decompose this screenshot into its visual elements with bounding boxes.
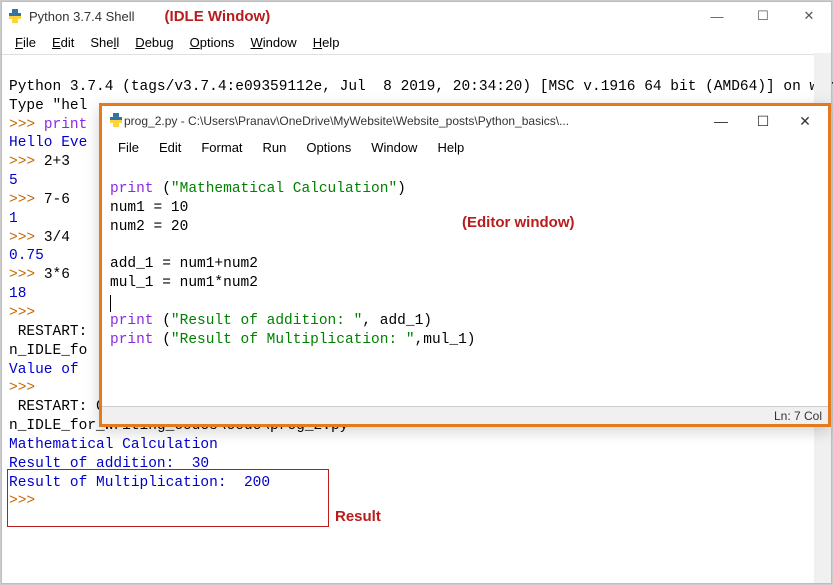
shell-output: 0.75 xyxy=(9,248,44,264)
menu-options[interactable]: Options xyxy=(182,33,243,52)
editor-statusbar: Ln: 7 Col xyxy=(102,406,828,424)
shell-line: 3/4 xyxy=(44,230,70,246)
code-keyword: print xyxy=(110,181,154,197)
menu-help[interactable]: Help xyxy=(305,33,348,52)
code-string: "Result of Multiplication: " xyxy=(171,332,415,348)
menu-edit[interactable]: Edit xyxy=(44,33,82,52)
editor-window-controls: — ☐ ✕ xyxy=(700,106,826,136)
prompt: >>> xyxy=(9,267,44,283)
shell-line: 7-6 xyxy=(44,192,70,208)
code-string: "Mathematical Calculation" xyxy=(171,181,397,197)
editor-title: prog_2.py - C:\Users\Pranav\OneDrive\MyW… xyxy=(124,114,569,128)
editor-menu-help[interactable]: Help xyxy=(427,138,474,157)
shell-line: Type "hel xyxy=(9,98,87,114)
menu-file[interactable]: File xyxy=(7,33,44,52)
editor-window: prog_2.py - C:\Users\Pranav\OneDrive\MyW… xyxy=(99,103,831,427)
shell-line: RESTART: xyxy=(9,324,87,340)
code-line: num1 = 10 xyxy=(110,200,188,216)
code-line: num2 = 20 xyxy=(110,219,188,235)
shell-output: Mathematical Calculation xyxy=(9,437,218,453)
editor-window-annotation: (Editor window) xyxy=(462,213,574,233)
editor-menu-window[interactable]: Window xyxy=(361,138,427,157)
menu-shell[interactable]: Shell xyxy=(82,33,127,52)
python-icon xyxy=(7,8,23,24)
code-text: , add_1) xyxy=(362,313,432,329)
prompt: >>> xyxy=(9,493,44,509)
code-line: add_1 = num1+num2 xyxy=(110,256,258,272)
editor-text-area[interactable]: print ("Mathematical Calculation") num1 … xyxy=(102,159,828,406)
result-annotation: Result xyxy=(335,508,381,525)
code-keyword: print xyxy=(110,332,154,348)
editor-menu-options[interactable]: Options xyxy=(296,138,361,157)
idle-window-annotation: (IDLE Window) xyxy=(165,8,271,25)
code-line: mul_1 = num1*num2 xyxy=(110,275,258,291)
code-text: ,mul_1) xyxy=(415,332,476,348)
editor-menubar: File Edit Format Run Options Window Help xyxy=(102,136,828,159)
code-text: ( xyxy=(154,313,171,329)
window-controls: — ☐ ✕ xyxy=(694,1,832,31)
shell-line: 2+3 xyxy=(44,154,70,170)
shell-line: print xyxy=(44,117,88,133)
shell-line: Python 3.7.4 (tags/v3.7.4:e09359112e, Ju… xyxy=(9,79,833,95)
editor-menu-format[interactable]: Format xyxy=(191,138,252,157)
code-text: ( xyxy=(154,181,171,197)
prompt: >>> xyxy=(9,117,44,133)
text-cursor xyxy=(110,295,111,312)
editor-maximize-button[interactable]: ☐ xyxy=(742,106,784,136)
shell-output: Result of addition: 30 xyxy=(9,456,209,472)
prompt: >>> xyxy=(9,380,44,396)
prompt: >>> xyxy=(9,230,44,246)
code-string: "Result of addition: " xyxy=(171,313,362,329)
prompt: >>> xyxy=(9,154,44,170)
editor-close-button[interactable]: ✕ xyxy=(784,106,826,136)
editor-menu-edit[interactable]: Edit xyxy=(149,138,191,157)
shell-output: Result of Multiplication: 200 xyxy=(9,475,270,491)
maximize-button[interactable]: ☐ xyxy=(740,1,786,31)
shell-line: RESTART: xyxy=(9,399,96,415)
shell-title: Python 3.7.4 Shell xyxy=(29,9,135,24)
editor-menu-run[interactable]: Run xyxy=(253,138,297,157)
code-text: ) xyxy=(397,181,406,197)
code-keyword: print xyxy=(110,313,154,329)
shell-output: 18 xyxy=(9,286,26,302)
shell-line: n_IDLE_fo xyxy=(9,343,87,359)
minimize-button[interactable]: — xyxy=(694,1,740,31)
prompt: >>> xyxy=(9,305,44,321)
shell-output: Value of xyxy=(9,362,87,378)
prompt: >>> xyxy=(9,192,44,208)
editor-menu-file[interactable]: File xyxy=(108,138,149,157)
shell-output: 1 xyxy=(9,211,18,227)
shell-menubar: File Edit Shell Debug Options Window Hel… xyxy=(1,31,832,55)
python-icon xyxy=(108,112,124,131)
code-text: ( xyxy=(154,332,171,348)
menu-debug[interactable]: Debug xyxy=(127,33,181,52)
editor-minimize-button[interactable]: — xyxy=(700,106,742,136)
shell-output: Hello Eve xyxy=(9,135,87,151)
menu-window[interactable]: Window xyxy=(242,33,304,52)
editor-titlebar: prog_2.py - C:\Users\Pranav\OneDrive\MyW… xyxy=(102,106,828,136)
shell-titlebar: Python 3.7.4 Shell (IDLE Window) — ☐ ✕ xyxy=(1,1,832,31)
close-button[interactable]: ✕ xyxy=(786,1,832,31)
shell-output: 5 xyxy=(9,173,18,189)
shell-line: 3*6 xyxy=(44,267,70,283)
